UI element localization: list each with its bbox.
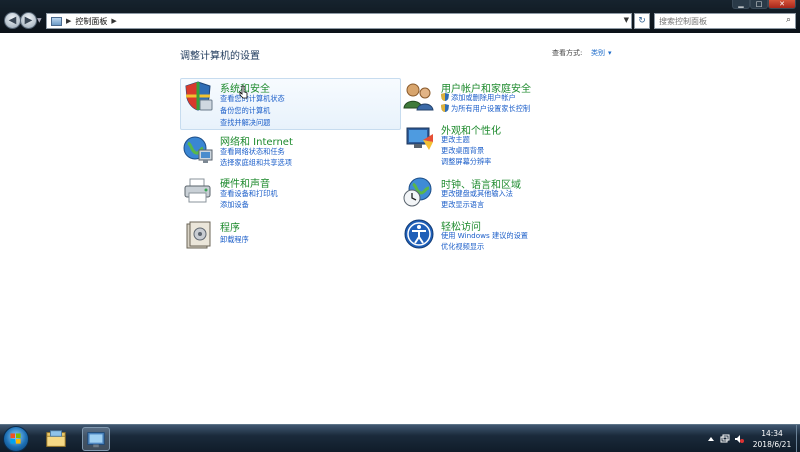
show-desktop-button[interactable]: [796, 425, 800, 452]
breadcrumb-separator-icon[interactable]: ▶: [66, 17, 71, 25]
link-label[interactable]: 添加或删除用户帐户: [451, 93, 516, 102]
forward-button[interactable]: ▶: [20, 12, 37, 29]
search-box[interactable]: ⌕: [654, 13, 796, 29]
windows-logo-icon: [10, 433, 21, 444]
refresh-icon: ↻: [638, 16, 646, 26]
link-add-remove-accounts[interactable]: 添加或删除用户帐户: [441, 93, 516, 103]
link-view-computer-status[interactable]: 查看您的计算机状态: [220, 94, 285, 104]
title-bar: ▁ □ ✕ ◀ ▶ ▼ ▶ 控制面板 ▶ ▼ ↻ ⌕: [0, 0, 800, 33]
system-clock[interactable]: 14:34 2018/6/21: [748, 428, 796, 450]
view-by-dropdown[interactable]: 类别 ▾: [591, 48, 612, 58]
close-button[interactable]: ✕: [768, 0, 796, 9]
view-by-value[interactable]: 类别: [591, 49, 605, 57]
forward-arrow-icon: ▶: [24, 15, 33, 26]
control-panel-icon: [51, 16, 62, 26]
network-tray-icon[interactable]: [720, 434, 730, 444]
link-network-status[interactable]: 查看网络状态和任务: [220, 147, 285, 157]
minimize-icon: ▁: [738, 0, 744, 8]
search-icon[interactable]: ⌕: [786, 15, 791, 25]
link-screen-resolution[interactable]: 调整屏幕分辨率: [441, 157, 491, 167]
back-button[interactable]: ◀: [4, 12, 21, 29]
link-optimize-visual-display[interactable]: 优化视频显示: [441, 242, 484, 252]
volume-muted-icon[interactable]: [734, 434, 744, 444]
clock-time: 14:34: [761, 429, 783, 438]
back-arrow-icon: ◀: [8, 15, 17, 26]
link-add-device[interactable]: 添加设备: [220, 200, 249, 210]
taskbar-control-panel-button[interactable]: [82, 427, 110, 451]
search-input[interactable]: [655, 14, 775, 28]
link-display-language[interactable]: 更改显示语言: [441, 200, 484, 210]
view-by-label: 查看方式:: [552, 49, 583, 57]
page-title: 调整计算机的设置: [180, 51, 260, 62]
refresh-button[interactable]: ↻: [634, 13, 650, 29]
taskbar-explorer-button[interactable]: [42, 427, 70, 451]
link-devices-printers[interactable]: 查看设备和打印机: [220, 189, 278, 199]
recent-pages-dropdown[interactable]: ▼: [37, 17, 42, 24]
uac-shield-icon: [441, 93, 449, 101]
category-title[interactable]: 网络和 Internet: [220, 133, 293, 148]
clock-date: 2018/6/21: [752, 440, 792, 449]
network-globe-icon: [183, 136, 213, 163]
security-shield-icon: [185, 81, 213, 111]
link-backup-computer[interactable]: 备份您的计算机: [220, 106, 270, 116]
printer-icon: [184, 178, 211, 203]
uac-shield-icon: [441, 104, 449, 112]
users-icon: [403, 83, 434, 111]
maximize-icon: □: [755, 0, 763, 8]
maximize-button[interactable]: □: [750, 0, 768, 9]
start-button[interactable]: [3, 426, 29, 452]
link-label[interactable]: 为所有用户设置家长控制: [451, 104, 530, 113]
control-panel-icon: [87, 432, 105, 448]
clock-globe-icon: [403, 177, 432, 207]
show-hidden-icons-icon[interactable]: [706, 434, 716, 444]
appearance-icon: [406, 127, 433, 150]
ease-of-access-icon: [404, 219, 434, 249]
category-title[interactable]: 程序: [220, 219, 240, 234]
address-dropdown-icon[interactable]: ▼: [624, 16, 629, 24]
link-change-theme[interactable]: 更改主题: [441, 135, 470, 145]
breadcrumb-separator-icon[interactable]: ▶: [111, 17, 116, 25]
link-parental-controls[interactable]: 为所有用户设置家长控制: [441, 104, 530, 114]
breadcrumb-control-panel[interactable]: 控制面板: [75, 16, 107, 27]
close-icon: ✕: [779, 0, 785, 8]
link-uninstall-program[interactable]: 卸载程序: [220, 235, 249, 245]
folder-icon: [46, 430, 66, 447]
link-homegroup-sharing[interactable]: 选择家庭组和共享选项: [220, 158, 292, 168]
category-title[interactable]: 硬件和声音: [220, 175, 270, 190]
programs-icon: [186, 221, 211, 249]
link-keyboard-input[interactable]: 更改键盘或其他输入法: [441, 189, 513, 199]
address-bar[interactable]: ▶ 控制面板 ▶ ▼: [46, 13, 632, 29]
link-troubleshoot[interactable]: 查找并解决问题: [220, 118, 270, 128]
taskbar: 14:34 2018/6/21: [0, 424, 800, 452]
minimize-button[interactable]: ▁: [732, 0, 750, 9]
link-desktop-background[interactable]: 更改桌面背景: [441, 146, 484, 156]
mouse-cursor-icon: [239, 85, 248, 99]
link-windows-recommended-settings[interactable]: 使用 Windows 建议的设置: [441, 231, 528, 241]
chevron-down-icon: ▾: [608, 49, 612, 57]
